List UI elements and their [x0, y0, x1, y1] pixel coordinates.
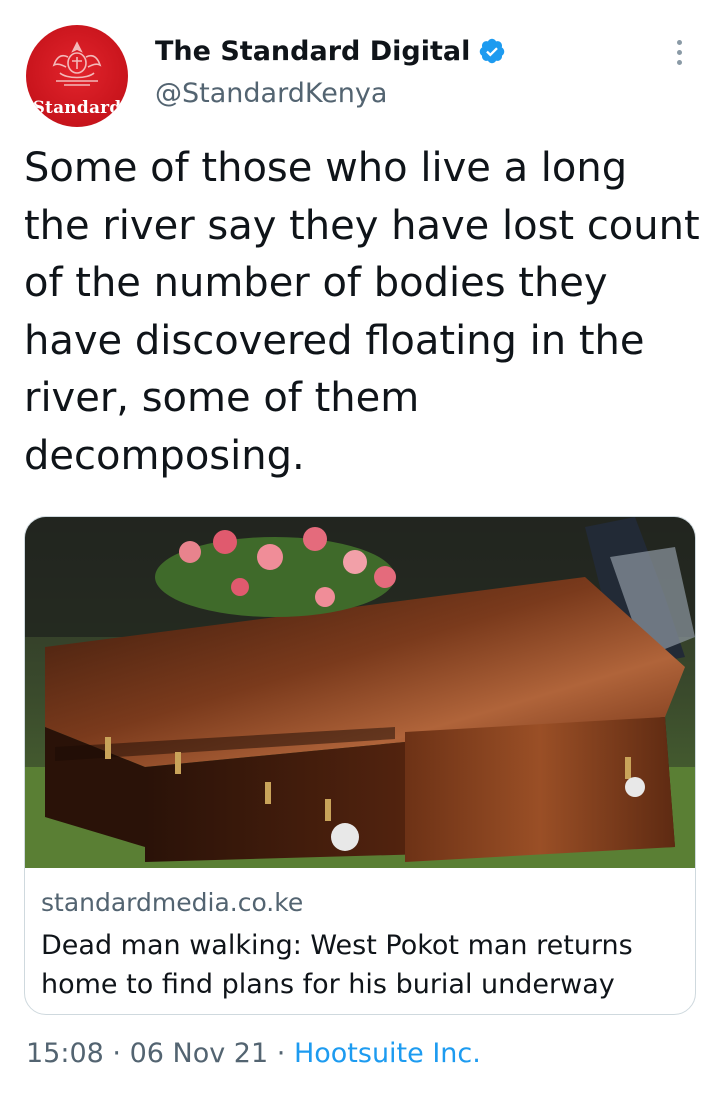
tweet-meta: 15:08 · 06 Nov 21 · Hootsuite Inc.: [26, 1038, 481, 1069]
tweet-header: Standard The Standard Digital @StandardK…: [0, 0, 720, 140]
avatar[interactable]: Standard: [26, 25, 128, 127]
tweet-text: Some of those who live a long the river …: [24, 145, 700, 479]
link-preview-card[interactable]: standardmedia.co.ke Dead man walking: We…: [24, 516, 696, 1015]
tweet-date[interactable]: 06 Nov 21: [130, 1038, 269, 1069]
display-name[interactable]: The Standard Digital: [155, 36, 470, 67]
more-vertical-icon[interactable]: [668, 38, 692, 68]
meta-separator: ·: [112, 1038, 121, 1069]
name-row: The Standard Digital: [155, 31, 506, 71]
crest-logo-icon: [52, 41, 102, 86]
card-title: Dead man walking: West Pokot man returns…: [41, 930, 633, 1000]
casket-photo: [25, 517, 695, 868]
verified-badge-icon: [480, 38, 505, 64]
avatar-label: Standard: [32, 98, 122, 118]
user-handle[interactable]: @StandardKenya: [155, 78, 387, 109]
tweet-time[interactable]: 15:08: [26, 1038, 104, 1069]
meta-separator: ·: [276, 1038, 286, 1069]
source-link[interactable]: Hootsuite Inc.: [294, 1038, 481, 1069]
card-domain: standardmedia.co.ke: [41, 888, 304, 917]
